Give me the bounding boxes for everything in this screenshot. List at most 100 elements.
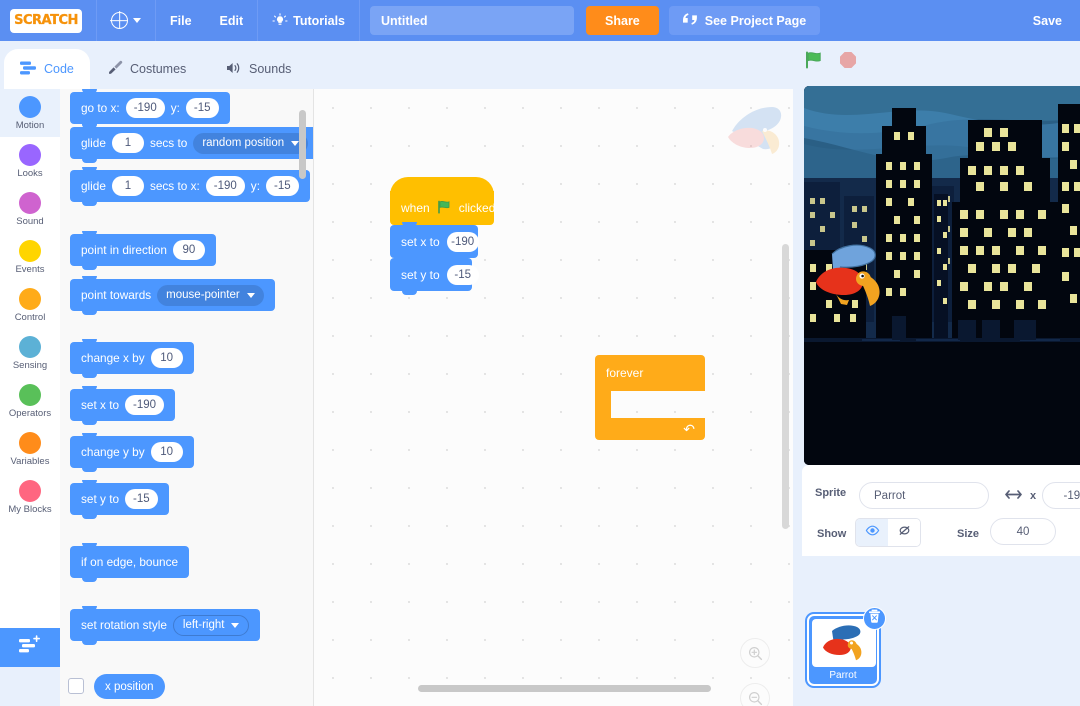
workspace-horizontal-scrollbar[interactable]	[418, 685, 711, 692]
block-text: change y by	[81, 445, 145, 459]
show-visible-button[interactable]	[856, 519, 888, 546]
block-input[interactable]: 90	[172, 240, 205, 260]
sprite-card-label: Parrot	[829, 670, 857, 681]
category-looks[interactable]: Looks	[0, 137, 60, 185]
category-motion[interactable]: Motion	[0, 89, 60, 137]
block-dropdown[interactable]: mouse-pointer	[157, 284, 264, 306]
workspace-vertical-scrollbar[interactable]	[782, 244, 789, 529]
category-color-dot	[19, 335, 41, 358]
script-when-flag-clicked[interactable]: when clicked set x to -190 set y to -15	[390, 177, 495, 295]
block-palette[interactable]: go to x: -190 y: -15 glide 1 secs to random pos…	[60, 89, 313, 706]
x-label: x	[1030, 490, 1037, 502]
palette-block-change-x[interactable]: change x by 10	[70, 339, 194, 378]
add-extension-button[interactable]	[0, 628, 60, 667]
block-text: go to x:	[81, 101, 120, 115]
category-color-dot	[19, 143, 41, 166]
block-input[interactable]: -15	[125, 489, 158, 509]
block-input[interactable]: -190	[205, 176, 245, 196]
block-input[interactable]: 1	[111, 176, 144, 196]
palette-block-point-towards[interactable]: point towards mouse-pointer	[70, 276, 275, 315]
when-label: when	[401, 201, 430, 215]
block-text: y:	[170, 101, 180, 115]
chevron-down-icon	[133, 18, 141, 23]
language-menu[interactable]	[97, 0, 155, 41]
palette-block-glide-random[interactable]: glide 1 secs to random position	[70, 124, 313, 163]
palette-block-goto-xy[interactable]: go to x: -190 y: -15	[70, 89, 230, 128]
file-menu[interactable]: File	[156, 0, 206, 41]
block-forever[interactable]: forever ↶	[595, 355, 705, 440]
project-title-input[interactable]: Untitled	[370, 6, 575, 35]
category-sensing[interactable]: Sensing	[0, 329, 60, 377]
block-set-x-to[interactable]: set x to -190	[390, 222, 479, 262]
block-input[interactable]: -190	[125, 98, 165, 118]
stop-button[interactable]	[839, 51, 857, 74]
delete-sprite-button[interactable]	[863, 607, 886, 630]
category-variables[interactable]: Variables	[0, 425, 60, 473]
tab-code[interactable]: Code	[4, 49, 90, 89]
category-color-dot	[19, 383, 41, 406]
menu-divider	[359, 0, 361, 41]
block-input[interactable]: -15	[265, 176, 299, 196]
reporter-label: x position	[105, 680, 154, 693]
set-y-value[interactable]: -15	[446, 264, 479, 285]
category-events[interactable]: Events	[0, 233, 60, 281]
palette-reporter-x-position[interactable]: x position	[94, 674, 165, 699]
palette-block-set-rot[interactable]: set rotation style left-right	[70, 606, 261, 645]
palette-block-if-edge[interactable]: if on edge, bounce	[70, 543, 190, 582]
tutorials-label: Tutorials	[293, 13, 346, 28]
lightbulb-icon	[272, 12, 288, 29]
show-hidden-button[interactable]	[888, 519, 920, 546]
horizontal-arrows-icon	[1005, 487, 1022, 505]
zoom-out-button[interactable]	[740, 683, 770, 706]
tab-costumes-label: Costumes	[130, 62, 187, 76]
palette-scrollbar[interactable]	[299, 110, 306, 179]
tab-sounds[interactable]: Sounds	[210, 49, 310, 89]
set-x-value[interactable]: -190	[446, 231, 479, 252]
block-category-list: Motion Looks Sound Events Control Sensing Oper…	[0, 89, 60, 667]
category-label: Operators	[8, 407, 52, 419]
edit-menu[interactable]: Edit	[206, 0, 258, 41]
block-text: y:	[250, 179, 260, 193]
code-workspace[interactable]: when clicked set x to -190 set y to -15	[314, 89, 793, 706]
stage[interactable]	[804, 86, 1080, 465]
palette-block-change-y[interactable]: change y by 10	[70, 433, 194, 472]
palette-block-set-y[interactable]: set y to -15	[70, 480, 169, 519]
forever-header: forever	[595, 355, 705, 391]
category-sound[interactable]: Sound	[0, 185, 60, 233]
x-value-input[interactable]: -190	[1042, 482, 1080, 509]
tutorials-menu[interactable]: Tutorials	[258, 0, 359, 41]
block-input[interactable]: -15	[185, 98, 219, 118]
palette-block-point-dir[interactable]: point in direction 90	[70, 231, 216, 270]
sprite-name-input[interactable]: Parrot	[859, 482, 989, 509]
size-value-input[interactable]: 40	[990, 518, 1056, 545]
block-input[interactable]: 10	[150, 442, 183, 462]
block-text: point towards	[81, 288, 152, 302]
forever-label: forever	[606, 366, 644, 380]
category-control[interactable]: Control	[0, 281, 60, 329]
scratch-logo[interactable]: SCRATCH	[10, 8, 82, 33]
category-operators[interactable]: Operators	[0, 377, 60, 425]
category-my-blocks[interactable]: My Blocks	[0, 473, 60, 521]
block-input[interactable]: 10	[150, 348, 183, 368]
zoom-in-button[interactable]	[740, 638, 770, 668]
sprite-card-parrot[interactable]: Parrot	[807, 607, 886, 686]
block-input[interactable]: 1	[111, 133, 144, 153]
block-dropdown[interactable]: random position	[193, 132, 309, 154]
reporter-checkbox[interactable]	[68, 678, 84, 694]
stage-control-bar	[804, 50, 857, 75]
hat-cap	[390, 177, 494, 195]
block-dropdown[interactable]: left-right	[172, 614, 250, 636]
sprite-list[interactable]: Parrot	[802, 556, 1080, 706]
block-input[interactable]: -190	[125, 395, 165, 415]
eye-slash-icon	[897, 524, 912, 542]
save-button[interactable]: Save	[1021, 0, 1074, 41]
block-set-y-to[interactable]: set y to -15	[390, 255, 479, 295]
loop-arrow-icon: ↶	[683, 421, 695, 437]
green-flag-button[interactable]	[804, 50, 824, 75]
block-when-flag-clicked[interactable]: when clicked	[390, 177, 495, 225]
tab-costumes[interactable]: Costumes	[92, 49, 212, 89]
palette-block-glide-xy[interactable]: glide 1 secs to x: -190 y: -15	[70, 167, 310, 206]
see-project-page-button[interactable]: See Project Page	[668, 6, 821, 35]
share-button[interactable]: Share	[586, 6, 659, 35]
palette-block-set-x[interactable]: set x to -190	[70, 386, 176, 425]
